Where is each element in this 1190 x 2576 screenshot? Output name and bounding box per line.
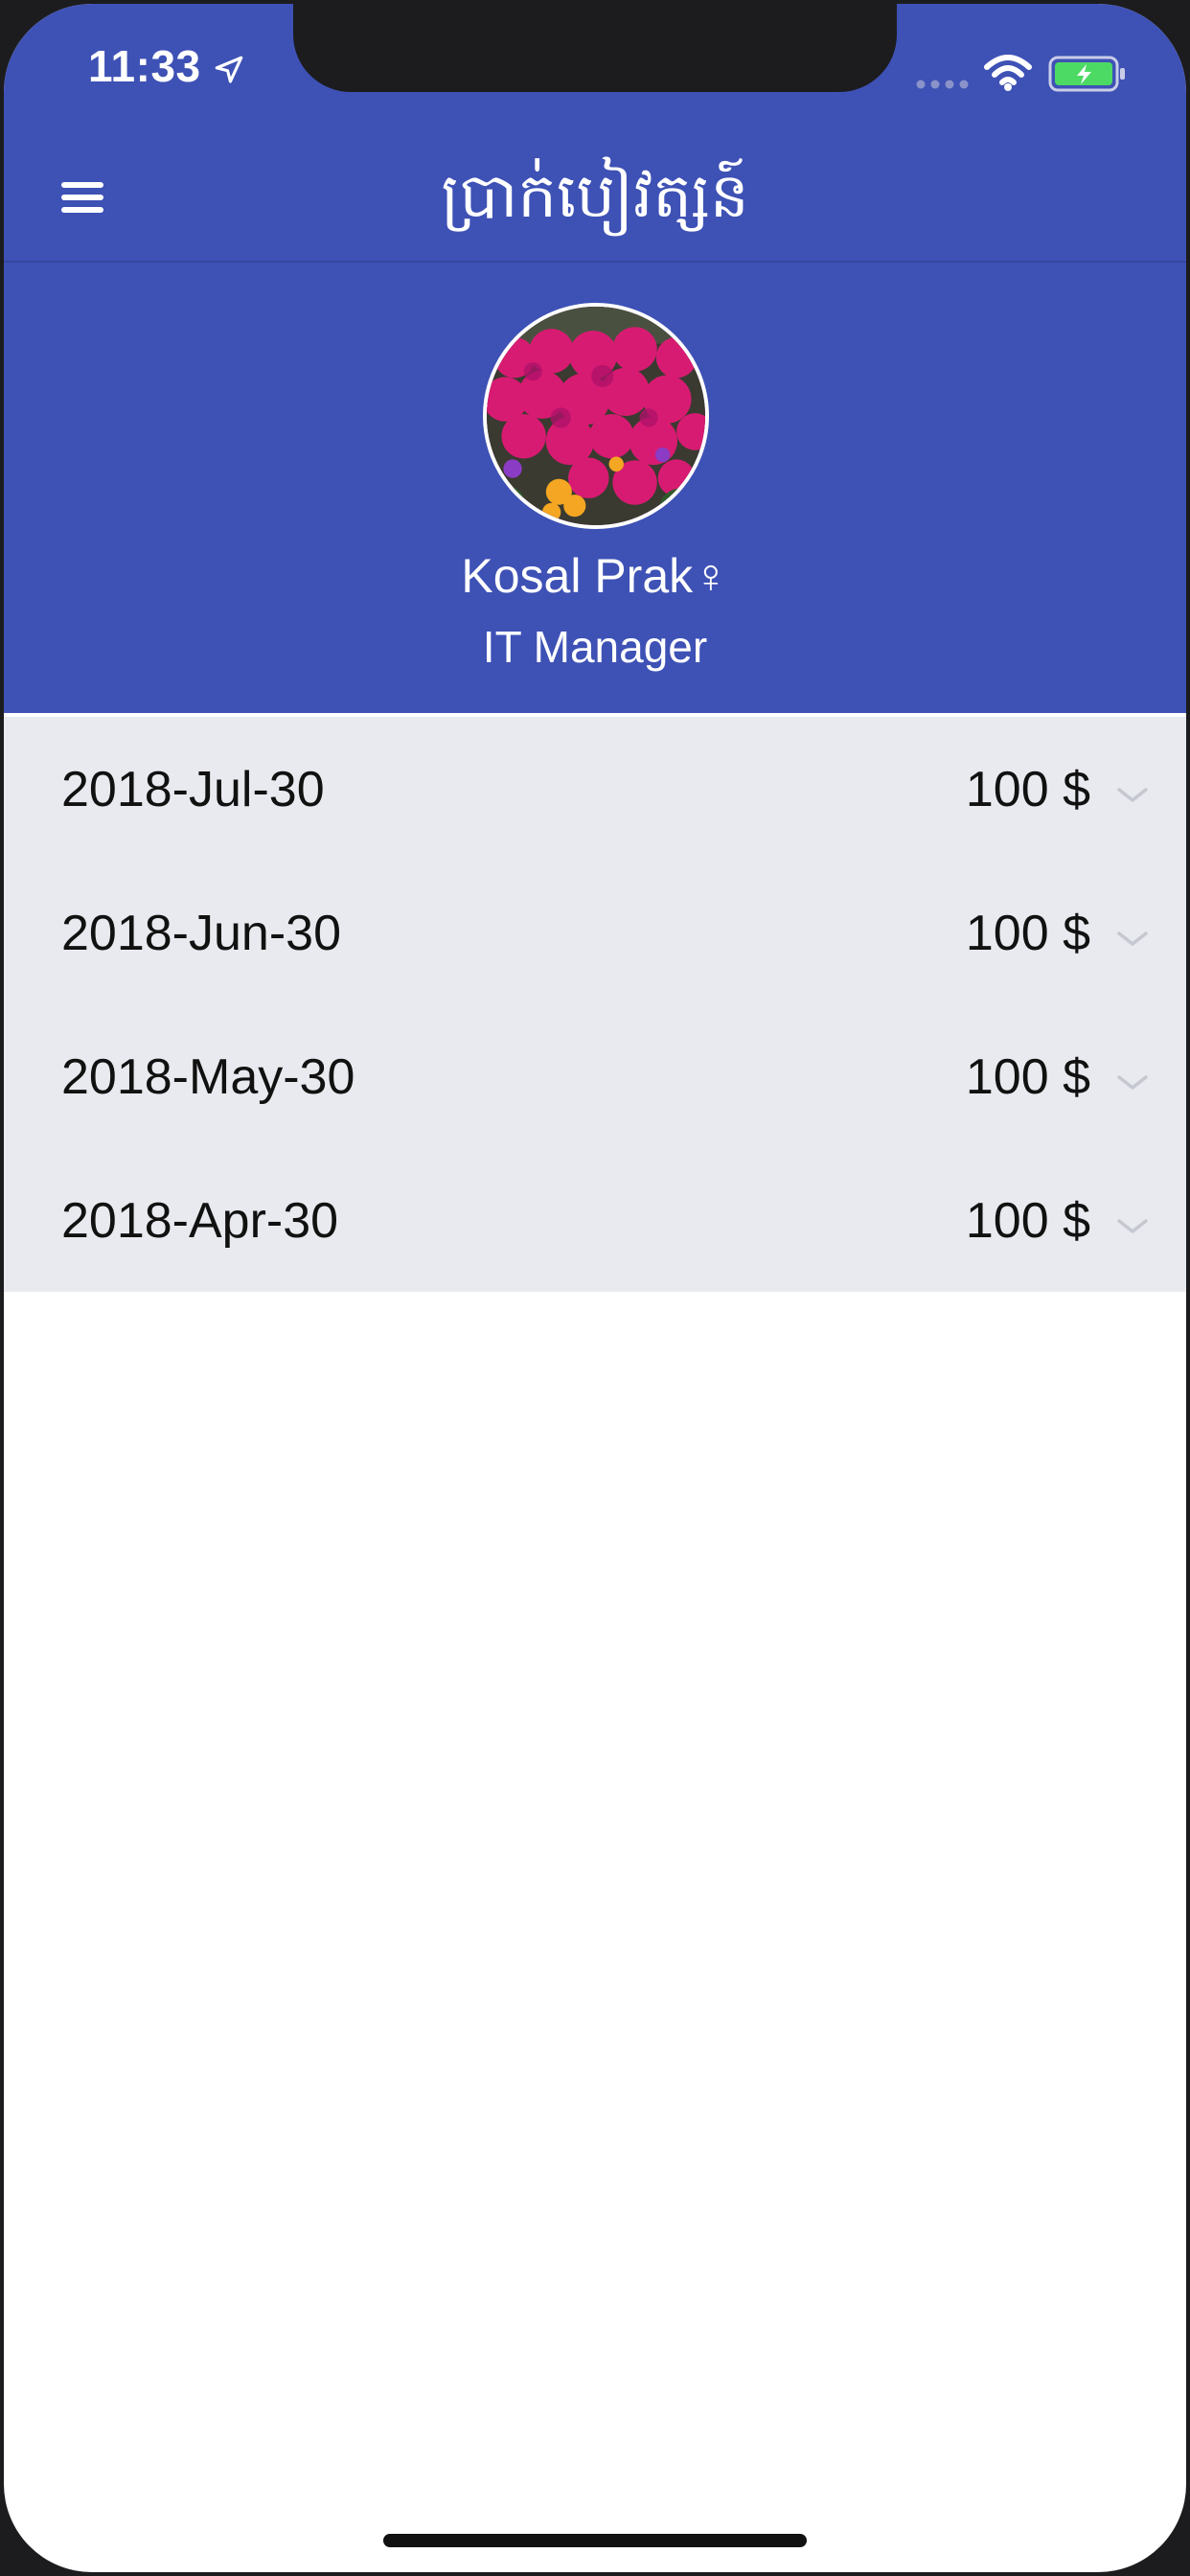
list-item[interactable]: 2018-Jun-30 100 $ — [4, 861, 1186, 1004]
phone-screen: 11:33 ប្រាក់បៀវត្សន៍ Kosal Prak♀ IT Mana… — [4, 4, 1186, 2572]
list-item-date: 2018-Jul-30 — [61, 762, 325, 817]
chevron-down-icon — [1117, 1075, 1148, 1090]
navigation-bar: ប្រាក់បៀវត្សន៍ — [4, 138, 1186, 263]
list-item-amount: 100 $ — [965, 1193, 1090, 1249]
app-header: 11:33 ប្រាក់បៀវត្សន៍ Kosal Prak♀ IT Mana… — [4, 4, 1186, 713]
list-item-date: 2018-Apr-30 — [61, 1193, 339, 1249]
list-item[interactable]: 2018-Jul-30 100 $ — [4, 717, 1186, 861]
list-item[interactable]: 2018-Apr-30 100 $ — [4, 1148, 1186, 1292]
wifi-icon — [984, 55, 1032, 91]
list-item-amount: 100 $ — [965, 762, 1090, 817]
device-notch — [293, 4, 897, 92]
salary-list: 2018-Jul-30 100 $ 2018-Jun-30 100 $ 2018… — [4, 717, 1186, 1292]
list-item-amount: 100 $ — [965, 906, 1090, 961]
chevron-down-icon — [1117, 932, 1148, 946]
battery-charging-icon — [1048, 56, 1125, 92]
list-item-amount: 100 $ — [965, 1049, 1090, 1105]
chevron-down-icon — [1117, 1219, 1148, 1233]
page-title: ប្រាក់បៀវត្សន៍ — [441, 161, 749, 232]
profile-name: Kosal Prak♀ — [461, 549, 729, 603]
list-item-date: 2018-May-30 — [61, 1049, 355, 1105]
profile-role: IT Manager — [482, 622, 708, 672]
flower-photo-avatar — [487, 307, 705, 525]
status-time: 11:33 — [88, 41, 201, 91]
chevron-down-icon — [1117, 788, 1148, 802]
avatar — [483, 303, 709, 529]
list-item-date: 2018-Jun-30 — [61, 906, 341, 961]
home-indicator[interactable] — [383, 2534, 807, 2547]
cellular-signal-icon — [916, 80, 969, 89]
list-item[interactable]: 2018-May-30 100 $ — [4, 1004, 1186, 1148]
location-arrow-icon — [215, 56, 243, 83]
